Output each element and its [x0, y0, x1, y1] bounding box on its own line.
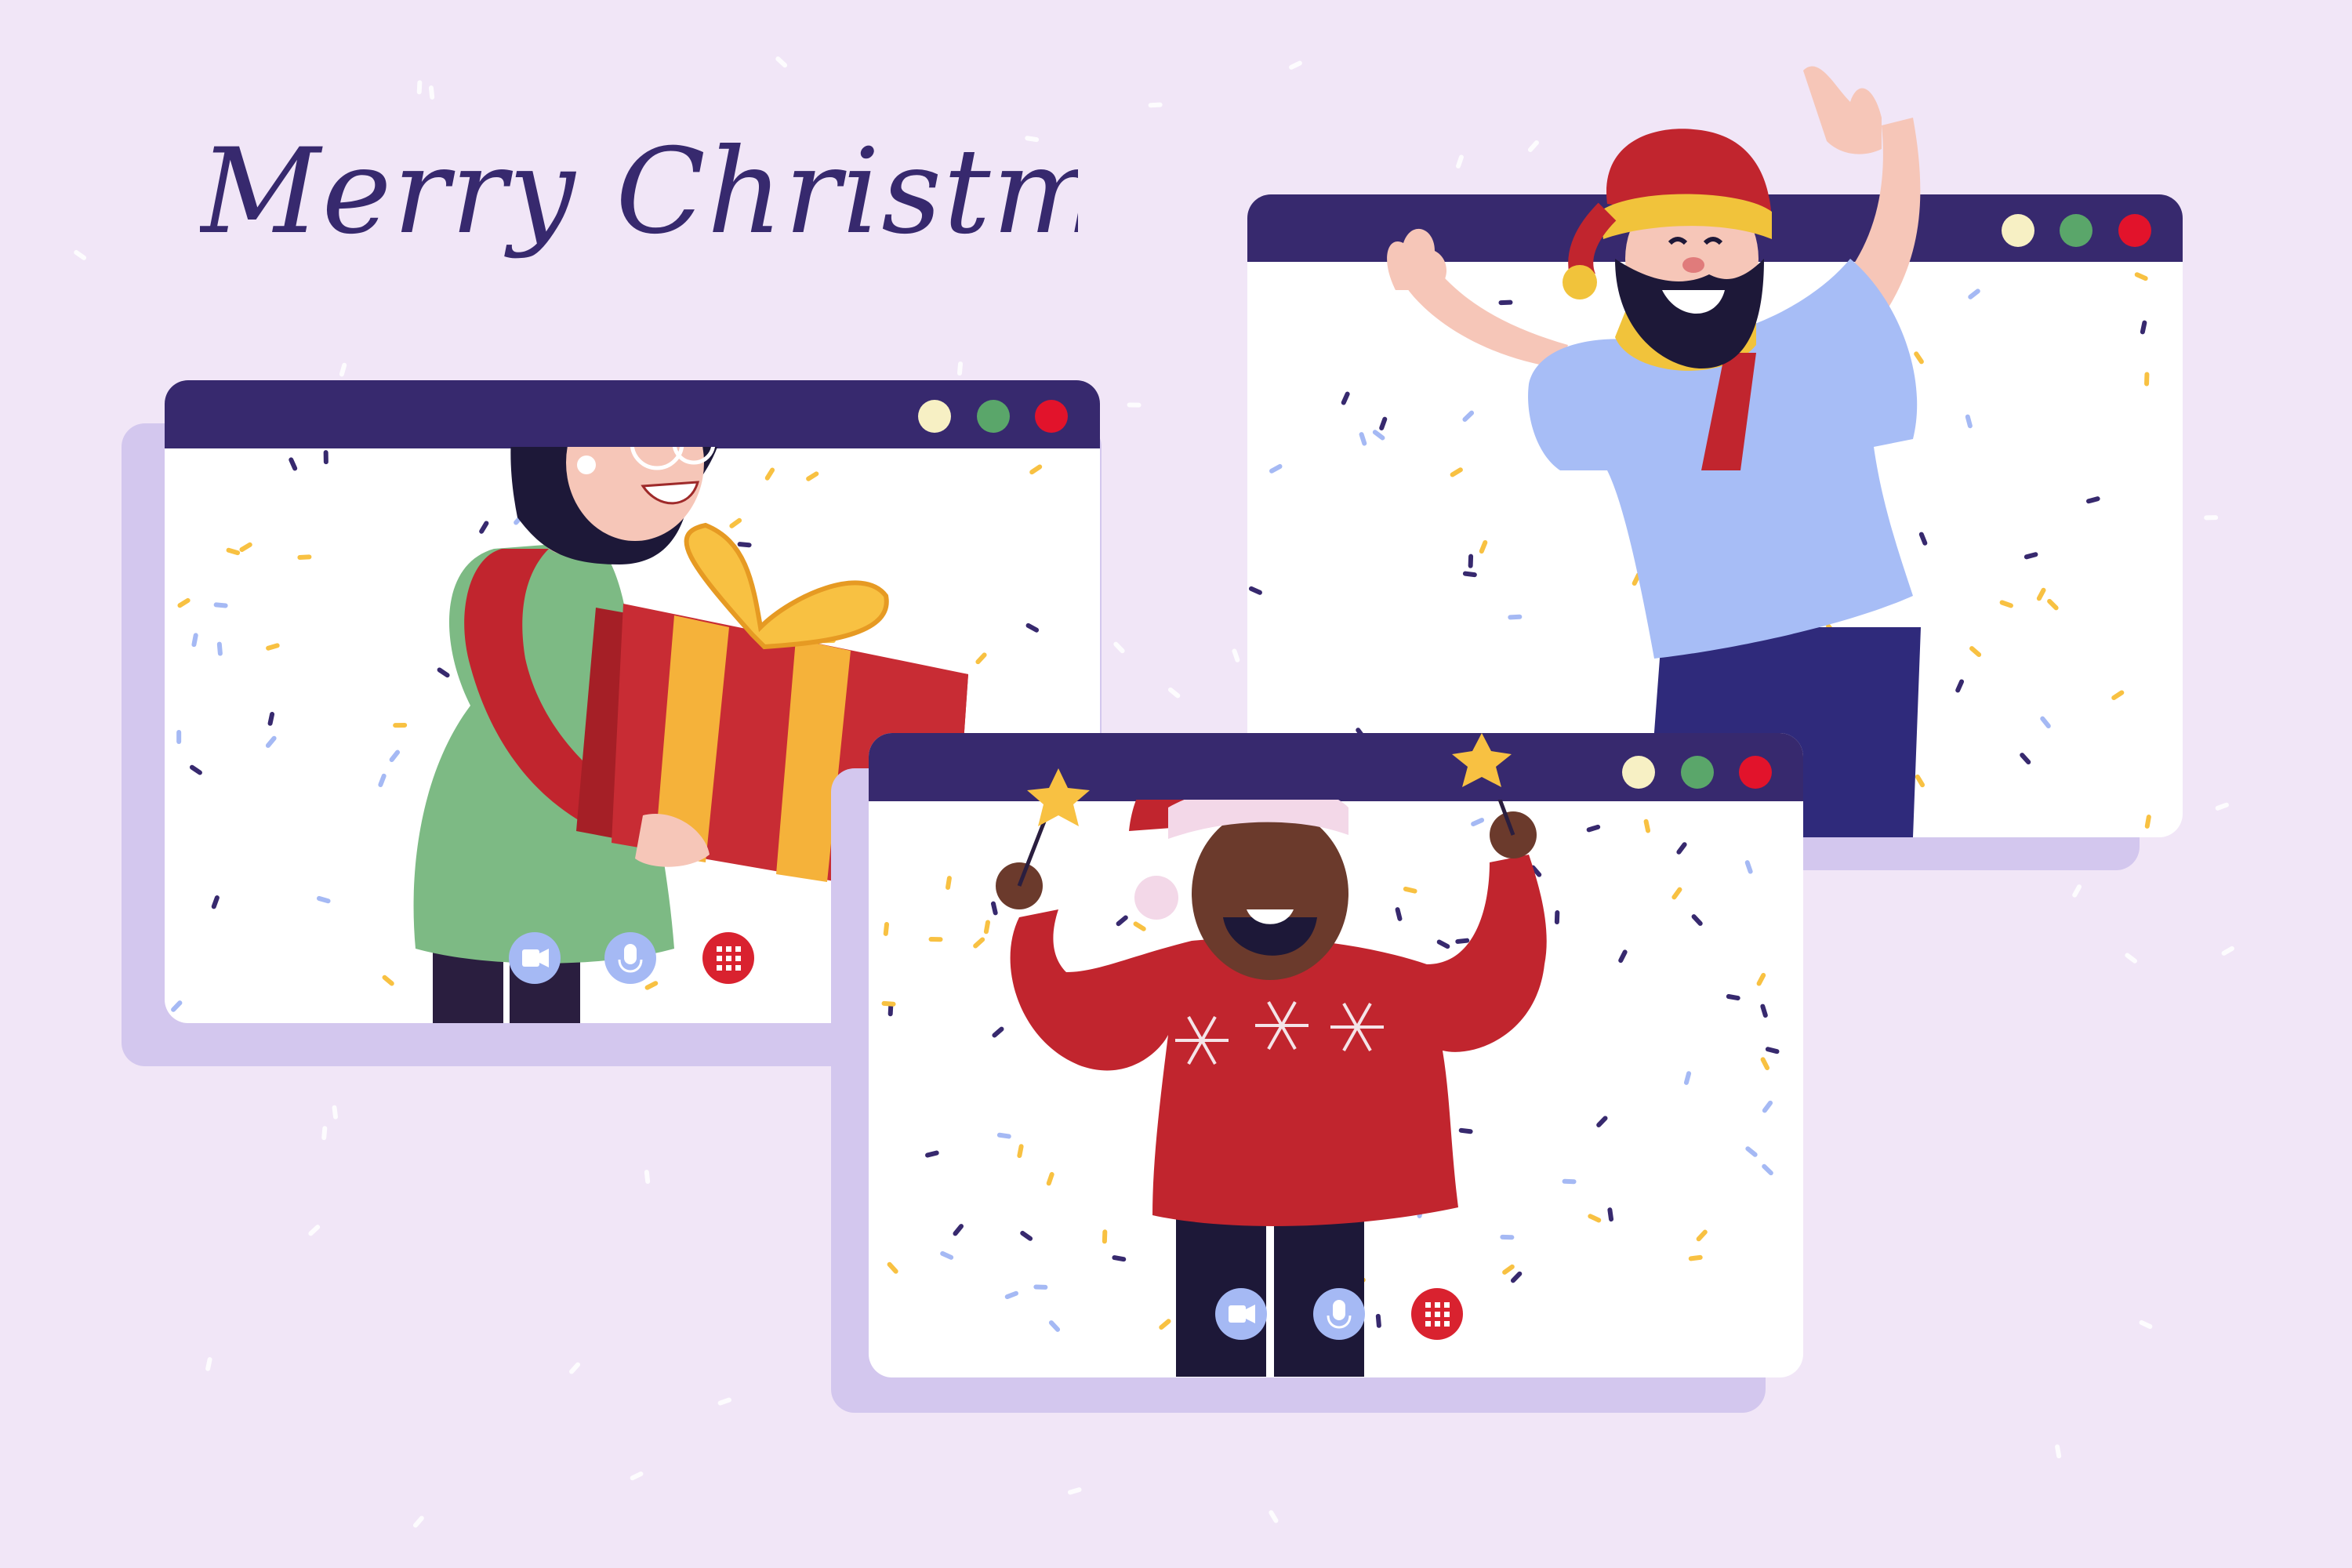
leg	[1176, 1200, 1266, 1377]
confetti-piece	[332, 1105, 338, 1120]
center-call-window	[831, 733, 1803, 1413]
confetti-piece	[928, 936, 943, 942]
confetti-piece	[1167, 687, 1181, 699]
confetti-piece	[2204, 515, 2219, 521]
confetti-piece	[323, 450, 328, 465]
dialpad-icon	[717, 946, 741, 971]
window-close-button[interactable]	[1035, 400, 1068, 433]
confetti-piece	[2072, 884, 2082, 898]
window-titlebar	[165, 380, 1100, 448]
confetti-piece	[775, 56, 788, 68]
confetti-piece	[1102, 1229, 1108, 1244]
confetti-piece	[630, 1471, 644, 1481]
confetti-piece	[1113, 641, 1125, 654]
confetti-piece	[1033, 1284, 1048, 1290]
confetti-piece	[308, 1225, 321, 1236]
hat-pompom	[1134, 876, 1178, 920]
confetti-piece	[339, 362, 347, 377]
window-minimize-button[interactable]	[2002, 214, 2034, 247]
confetti-piece	[2221, 946, 2234, 956]
confetti-piece	[1498, 299, 1513, 306]
confetti-piece	[74, 249, 87, 260]
confetti-piece	[2215, 802, 2229, 811]
confetti-piece	[2139, 1319, 2153, 1330]
confetti-piece	[321, 1126, 328, 1141]
confetti-piece	[1527, 140, 1539, 152]
window-minimize-button[interactable]	[1622, 756, 1655, 789]
confetti-piece	[644, 1170, 651, 1184]
confetti-piece	[569, 1362, 581, 1374]
confetti-piece	[205, 1357, 212, 1371]
confetti-piece	[428, 85, 435, 100]
confetti-piece	[717, 1397, 731, 1406]
confetti-piece	[2125, 953, 2137, 964]
confetti-piece	[957, 361, 964, 376]
dialpad-icon	[1425, 1302, 1450, 1327]
confetti-piece	[1508, 614, 1523, 620]
window-close-button[interactable]	[1739, 756, 1772, 789]
window-maximize-button[interactable]	[2060, 214, 2092, 247]
confetti-piece	[297, 554, 312, 560]
confetti-piece	[1127, 402, 1142, 408]
confetti-piece	[2144, 372, 2150, 387]
window-minimize-button[interactable]	[918, 400, 951, 433]
confetti-piece	[1289, 60, 1302, 70]
confetti-piece	[1468, 554, 1474, 568]
confetti-piece	[1067, 1487, 1082, 1495]
window-titlebar	[869, 733, 1803, 801]
confetti-piece	[1562, 1178, 1577, 1185]
right-hand	[1803, 66, 1882, 154]
confetti-piece	[2055, 1444, 2062, 1459]
window-close-button[interactable]	[2118, 214, 2151, 247]
hat-pompom	[1563, 265, 1597, 299]
microphone-icon	[624, 944, 637, 964]
earring	[577, 456, 596, 474]
confetti-piece	[1232, 648, 1240, 662]
confetti-piece	[1500, 1234, 1515, 1240]
confetti-piece	[1148, 102, 1163, 108]
confetti-piece	[412, 1515, 424, 1528]
camera-icon	[1229, 1305, 1246, 1323]
microphone-icon	[1333, 1300, 1345, 1320]
confetti-piece	[1269, 1510, 1279, 1523]
confetti-piece	[176, 730, 182, 745]
window-maximize-button[interactable]	[977, 400, 1010, 433]
confetti-piece	[1456, 154, 1464, 169]
confetti-piece	[1554, 910, 1560, 925]
illustration-canvas: Merry Christmas	[0, 0, 2352, 1568]
leg	[1274, 1200, 1364, 1377]
nose	[1682, 257, 1704, 273]
camera-icon	[522, 949, 539, 967]
confetti-piece	[881, 1000, 896, 1007]
merry-christmas-title: Merry Christmas	[200, 124, 1078, 260]
window-maximize-button[interactable]	[1681, 756, 1714, 789]
confetti-piece	[393, 722, 408, 728]
confetti-piece	[416, 80, 423, 95]
